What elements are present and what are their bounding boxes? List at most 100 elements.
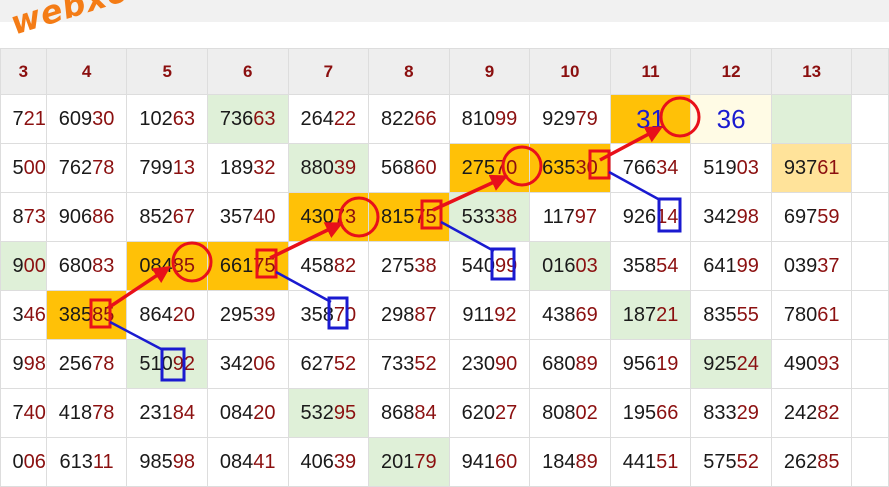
result-cell: 18932 [206, 143, 289, 193]
number-prefix: 620 [461, 401, 495, 424]
number-tail: 59 [817, 205, 840, 228]
number-tail: 73 [23, 205, 46, 228]
result-cell: 90686 [45, 192, 128, 242]
number-tail: 06 [23, 450, 46, 473]
number-prefix: 868 [381, 401, 415, 424]
result-cell: 10263 [126, 94, 208, 144]
number-prefix: 929 [542, 107, 576, 130]
result-cell: 740 [0, 388, 47, 438]
result-cell: 11797 [529, 192, 611, 242]
number-tail: 52 [414, 352, 437, 375]
number-tail: 85 [172, 254, 195, 277]
number-prefix: 102 [139, 107, 173, 130]
number-tail: 67 [172, 205, 195, 228]
result-cell: 92979 [529, 94, 611, 144]
result-cell: 27538 [368, 241, 450, 291]
number-prefix: 490 [783, 352, 818, 375]
result-cell: 49093 [770, 339, 853, 389]
number-tail: 83 [92, 254, 115, 277]
number-tail: 22 [333, 107, 357, 130]
number-tail: 85 [817, 450, 840, 473]
number-prefix: 880 [300, 156, 334, 179]
number-tail: 78 [92, 401, 115, 424]
result-cell: 53338 [448, 192, 531, 242]
number-tail: 00 [23, 254, 46, 277]
result-cell: 29539 [206, 290, 289, 340]
table-row: 900 68083 08485 66175 45882 27538 54099 01603 35… [0, 241, 889, 291]
number-prefix: 613 [59, 450, 93, 473]
result-cell: 006 [0, 437, 47, 487]
result-cell: 86420 [126, 290, 208, 340]
number-prefix: 925 [703, 352, 737, 375]
number-prefix: 0 [12, 450, 24, 473]
result-cell: 66175 [206, 241, 289, 291]
result-cell: 95619 [609, 339, 692, 389]
number-prefix: 298 [381, 303, 415, 326]
result-cell: 80802 [529, 388, 611, 438]
number-prefix: 357 [219, 205, 254, 228]
result-cell [770, 94, 853, 144]
number-tail: 60 [494, 450, 518, 473]
result-cell: 23184 [126, 388, 208, 438]
number-tail: 79 [414, 450, 437, 473]
number-prefix: 441 [622, 450, 657, 473]
number-prefix: 810 [461, 107, 495, 130]
number-prefix: 7 [12, 107, 24, 130]
number-tail: 20 [253, 401, 276, 424]
result-cell: 900 [0, 241, 47, 291]
number-tail: 78 [92, 156, 115, 179]
result-cell: 85267 [126, 192, 208, 242]
number-tail: 30 [92, 107, 115, 130]
column-header: 10 [529, 48, 611, 95]
result-cell: 62752 [287, 339, 370, 389]
number-prefix: 762 [58, 156, 93, 179]
number-prefix: 575 [703, 450, 737, 473]
number-prefix: 295 [219, 303, 254, 326]
number-prefix: 275 [381, 254, 415, 277]
column-header: 8 [368, 48, 450, 95]
number-tail: 87 [414, 303, 437, 326]
number-tail: 51 [656, 450, 679, 473]
number-tail: 38 [494, 205, 518, 228]
number-tail: 21 [23, 107, 46, 130]
column-header [851, 48, 889, 95]
number-tail: 21 [656, 303, 679, 326]
result-cell: 38585 [45, 290, 128, 340]
number-prefix: 438 [542, 303, 576, 326]
predicted-number: 36 [716, 103, 746, 134]
result-cell: 18489 [529, 437, 611, 487]
number-prefix: 956 [622, 352, 657, 375]
result-cell: 35854 [609, 241, 692, 291]
number-tail: 60 [414, 156, 437, 179]
number-tail: 46 [23, 303, 46, 326]
number-tail: 52 [736, 450, 759, 473]
number-prefix: 815 [381, 205, 415, 228]
number-prefix: 358 [622, 254, 657, 277]
result-cell: 19566 [609, 388, 692, 438]
column-header: 7 [287, 48, 370, 95]
result-cell: 873 [0, 192, 47, 242]
number-tail: 90 [494, 352, 518, 375]
number-prefix: 780 [783, 303, 818, 326]
result-cell: 88039 [287, 143, 370, 193]
number-prefix: 016 [542, 254, 576, 277]
number-tail: 02 [575, 401, 598, 424]
result-cell: 20179 [368, 437, 450, 487]
number-tail: 39 [333, 450, 357, 473]
number-tail: 84 [414, 401, 437, 424]
number-prefix: 733 [381, 352, 415, 375]
result-cell [851, 94, 889, 144]
number-prefix: 385 [58, 303, 93, 326]
number-prefix: 187 [622, 303, 657, 326]
number-prefix: 406 [300, 450, 334, 473]
number-tail: 61 [817, 303, 840, 326]
number-prefix: 835 [703, 303, 737, 326]
number-tail: 79 [575, 107, 598, 130]
number-prefix: 117 [542, 205, 575, 228]
result-cell [851, 437, 889, 487]
number-prefix: 9 [12, 254, 24, 277]
number-prefix: 540 [461, 254, 495, 277]
number-prefix: 201 [381, 450, 415, 473]
column-header: 9 [448, 48, 531, 95]
number-prefix: 532 [300, 401, 334, 424]
